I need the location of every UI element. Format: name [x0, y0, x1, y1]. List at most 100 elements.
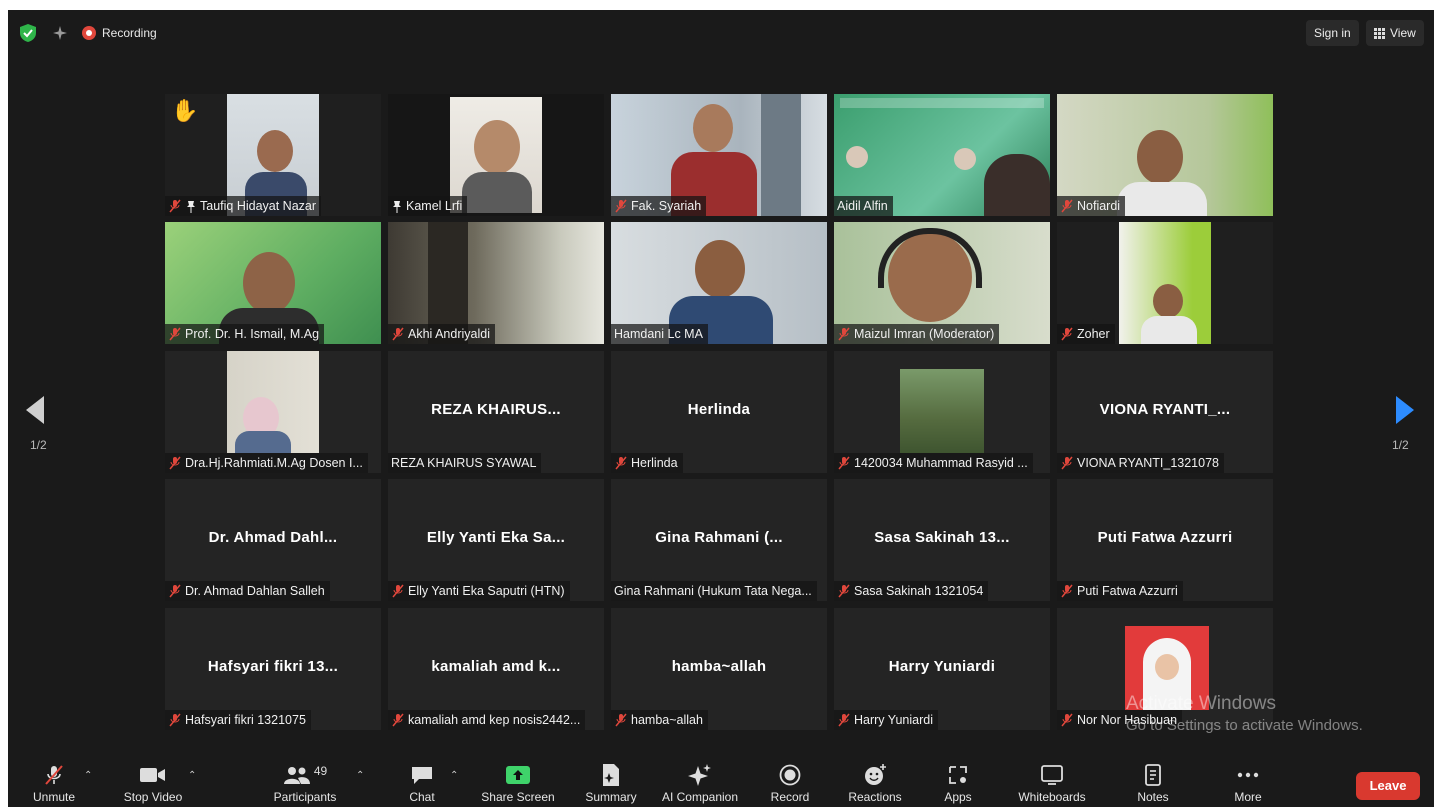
- participant-tile[interactable]: ✋ Taufiq Hidayat Nazar: [165, 94, 381, 216]
- recording-indicator[interactable]: Recording: [82, 22, 157, 44]
- participant-tile[interactable]: REZA KHAIRUS... REZA KHAIRUS SYAWAL: [388, 351, 604, 473]
- participant-name: Hafsyari fikri 1321075: [185, 713, 306, 727]
- mic-muted-icon: [392, 584, 404, 598]
- mic-muted-icon: [838, 327, 850, 341]
- participant-tile[interactable]: Harry Yuniardi Harry Yuniardi: [834, 608, 1050, 730]
- record-dot-icon: [82, 26, 96, 40]
- ai-companion-label: AI Companion: [661, 790, 739, 804]
- participant-name: Harry Yuniardi: [854, 713, 933, 727]
- previous-page-arrow-icon[interactable]: [26, 396, 44, 424]
- mic-muted-icon: [838, 456, 850, 470]
- participant-tile[interactable]: Hamdani Lc MA: [611, 222, 827, 344]
- participants-button[interactable]: 49 Participants: [270, 762, 340, 807]
- sign-in-button[interactable]: Sign in: [1306, 20, 1359, 46]
- unmute-button[interactable]: Unmute: [28, 762, 80, 807]
- participant-tile[interactable]: Dra.Hj.Rahmiati.M.Ag Dosen I...: [165, 351, 381, 473]
- ai-companion-button[interactable]: AI Companion: [654, 762, 746, 807]
- record-button[interactable]: Record: [764, 762, 816, 807]
- share-screen-button[interactable]: Share Screen: [478, 762, 558, 807]
- mic-muted-icon: [169, 327, 181, 341]
- apps-button[interactable]: Apps: [936, 762, 980, 807]
- participant-tile[interactable]: 1420034 Muhammad Rasyid ...: [834, 351, 1050, 473]
- participant-display-name: Gina Rahmani (...: [655, 529, 783, 546]
- participant-tile[interactable]: Herlinda Herlinda: [611, 351, 827, 473]
- participants-options-caret-icon[interactable]: ⌃: [356, 770, 364, 781]
- notes-button[interactable]: Notes: [1128, 762, 1178, 807]
- raised-hand-icon: ✋: [171, 98, 199, 123]
- apps-icon: [949, 766, 967, 784]
- participant-tile[interactable]: hamba~allah hamba~allah: [611, 608, 827, 730]
- participant-name: VIONA RYANTI_1321078: [1077, 456, 1219, 470]
- grid-icon: [1374, 27, 1385, 39]
- participant-display-name: kamaliah amd k...: [431, 658, 561, 675]
- sparkle-icon[interactable]: [52, 25, 68, 41]
- chat-label: Chat: [409, 790, 435, 804]
- video-camera-icon: [140, 768, 165, 782]
- participants-count: 49: [313, 764, 328, 778]
- participant-name: Nofiardi: [1077, 199, 1121, 213]
- participant-display-name: hamba~allah: [671, 658, 767, 675]
- mic-muted-icon: [169, 199, 181, 213]
- stop-video-button[interactable]: Stop Video: [118, 762, 188, 807]
- participants-label: Participants: [273, 790, 337, 804]
- participant-name: Kamel Lrfi: [406, 199, 463, 213]
- summary-document-icon: [603, 764, 619, 786]
- participant-tile[interactable]: Prof. Dr. H. Ismail, M.Ag: [165, 222, 381, 344]
- participant-display-name: Harry Yuniardi: [888, 658, 996, 675]
- mic-muted-icon: [1061, 456, 1073, 470]
- summary-label: Summary: [585, 790, 637, 804]
- mic-muted-icon: [1061, 713, 1073, 727]
- reactions-label: Reactions: [848, 790, 902, 804]
- reactions-button[interactable]: Reactions: [842, 762, 908, 807]
- mic-muted-icon: [1061, 199, 1073, 213]
- whiteboards-label: Whiteboards: [1018, 790, 1086, 804]
- participant-tile[interactable]: Puti Fatwa Azzurri Puti Fatwa Azzurri: [1057, 479, 1273, 601]
- participant-tile[interactable]: Dr. Ahmad Dahl... Dr. Ahmad Dahlan Salle…: [165, 479, 381, 601]
- participant-display-name: Hafsyari fikri 13...: [207, 658, 339, 675]
- more-button[interactable]: More: [1228, 762, 1268, 807]
- participant-display-name: Sasa Sakinah 13...: [874, 529, 1010, 546]
- pin-icon: [187, 200, 195, 213]
- notes-label: Notes: [1137, 790, 1169, 804]
- pin-icon: [393, 200, 401, 213]
- chat-options-caret-icon[interactable]: ⌃: [450, 770, 458, 781]
- participant-name: hamba~allah: [631, 713, 703, 727]
- participant-name: Fak. Syariah: [631, 199, 702, 213]
- participant-tile[interactable]: Fak. Syariah: [611, 94, 827, 216]
- mic-muted-icon: [169, 584, 181, 598]
- participant-tile[interactable]: kamaliah amd k... kamaliah amd kep nosis…: [388, 608, 604, 730]
- participant-tile[interactable]: Elly Yanti Eka Sa... Elly Yanti Eka Sapu…: [388, 479, 604, 601]
- mic-muted-icon: [615, 199, 627, 213]
- participant-tile[interactable]: Zoher: [1057, 222, 1273, 344]
- more-dots-icon: [1237, 772, 1259, 778]
- mic-muted-icon: [838, 584, 850, 598]
- whiteboards-button[interactable]: Whiteboards: [1012, 762, 1092, 807]
- audio-options-caret-icon[interactable]: ⌃: [84, 770, 92, 781]
- next-page-arrow-icon[interactable]: [1396, 396, 1414, 424]
- participant-tile[interactable]: Gina Rahmani (... Gina Rahmani (Hukum Ta…: [611, 479, 827, 601]
- participant-tile[interactable]: Nofiardi: [1057, 94, 1273, 216]
- participant-tile[interactable]: Maizul Imran (Moderator): [834, 222, 1050, 344]
- participant-tile-active-speaker[interactable]: Kamel Lrfi: [388, 94, 604, 216]
- participant-tile[interactable]: Akhi Andriyaldi: [388, 222, 604, 344]
- participant-name: Elly Yanti Eka Saputri (HTN): [408, 584, 565, 598]
- video-options-caret-icon[interactable]: ⌃: [188, 770, 196, 781]
- participant-tile[interactable]: Hafsyari fikri 13... Hafsyari fikri 1321…: [165, 608, 381, 730]
- shield-icon[interactable]: [20, 24, 36, 42]
- chat-bubble-icon: [412, 767, 432, 784]
- participant-tile[interactable]: VIONA RYANTI_... VIONA RYANTI_1321078: [1057, 351, 1273, 473]
- share-screen-label: Share Screen: [481, 790, 555, 804]
- view-button[interactable]: View: [1366, 20, 1424, 46]
- participant-tile[interactable]: Sasa Sakinah 13... Sasa Sakinah 1321054: [834, 479, 1050, 601]
- activate-windows-watermark: Activate Windows: [1126, 693, 1276, 714]
- summary-button[interactable]: Summary: [578, 762, 644, 807]
- participant-name: Zoher: [1077, 327, 1110, 341]
- participant-tile[interactable]: Aidil Alfin: [834, 94, 1050, 216]
- mic-muted-icon: [838, 713, 850, 727]
- zoom-meeting-window: Recording Sign in View ✋ Taufiq Hidayat …: [8, 10, 1434, 807]
- ai-sparkle-icon: [688, 764, 711, 786]
- chat-button[interactable]: Chat: [402, 762, 442, 807]
- view-label: View: [1390, 26, 1416, 40]
- leave-button[interactable]: Leave: [1356, 772, 1420, 800]
- participant-name: Prof. Dr. H. Ismail, M.Ag: [185, 327, 320, 341]
